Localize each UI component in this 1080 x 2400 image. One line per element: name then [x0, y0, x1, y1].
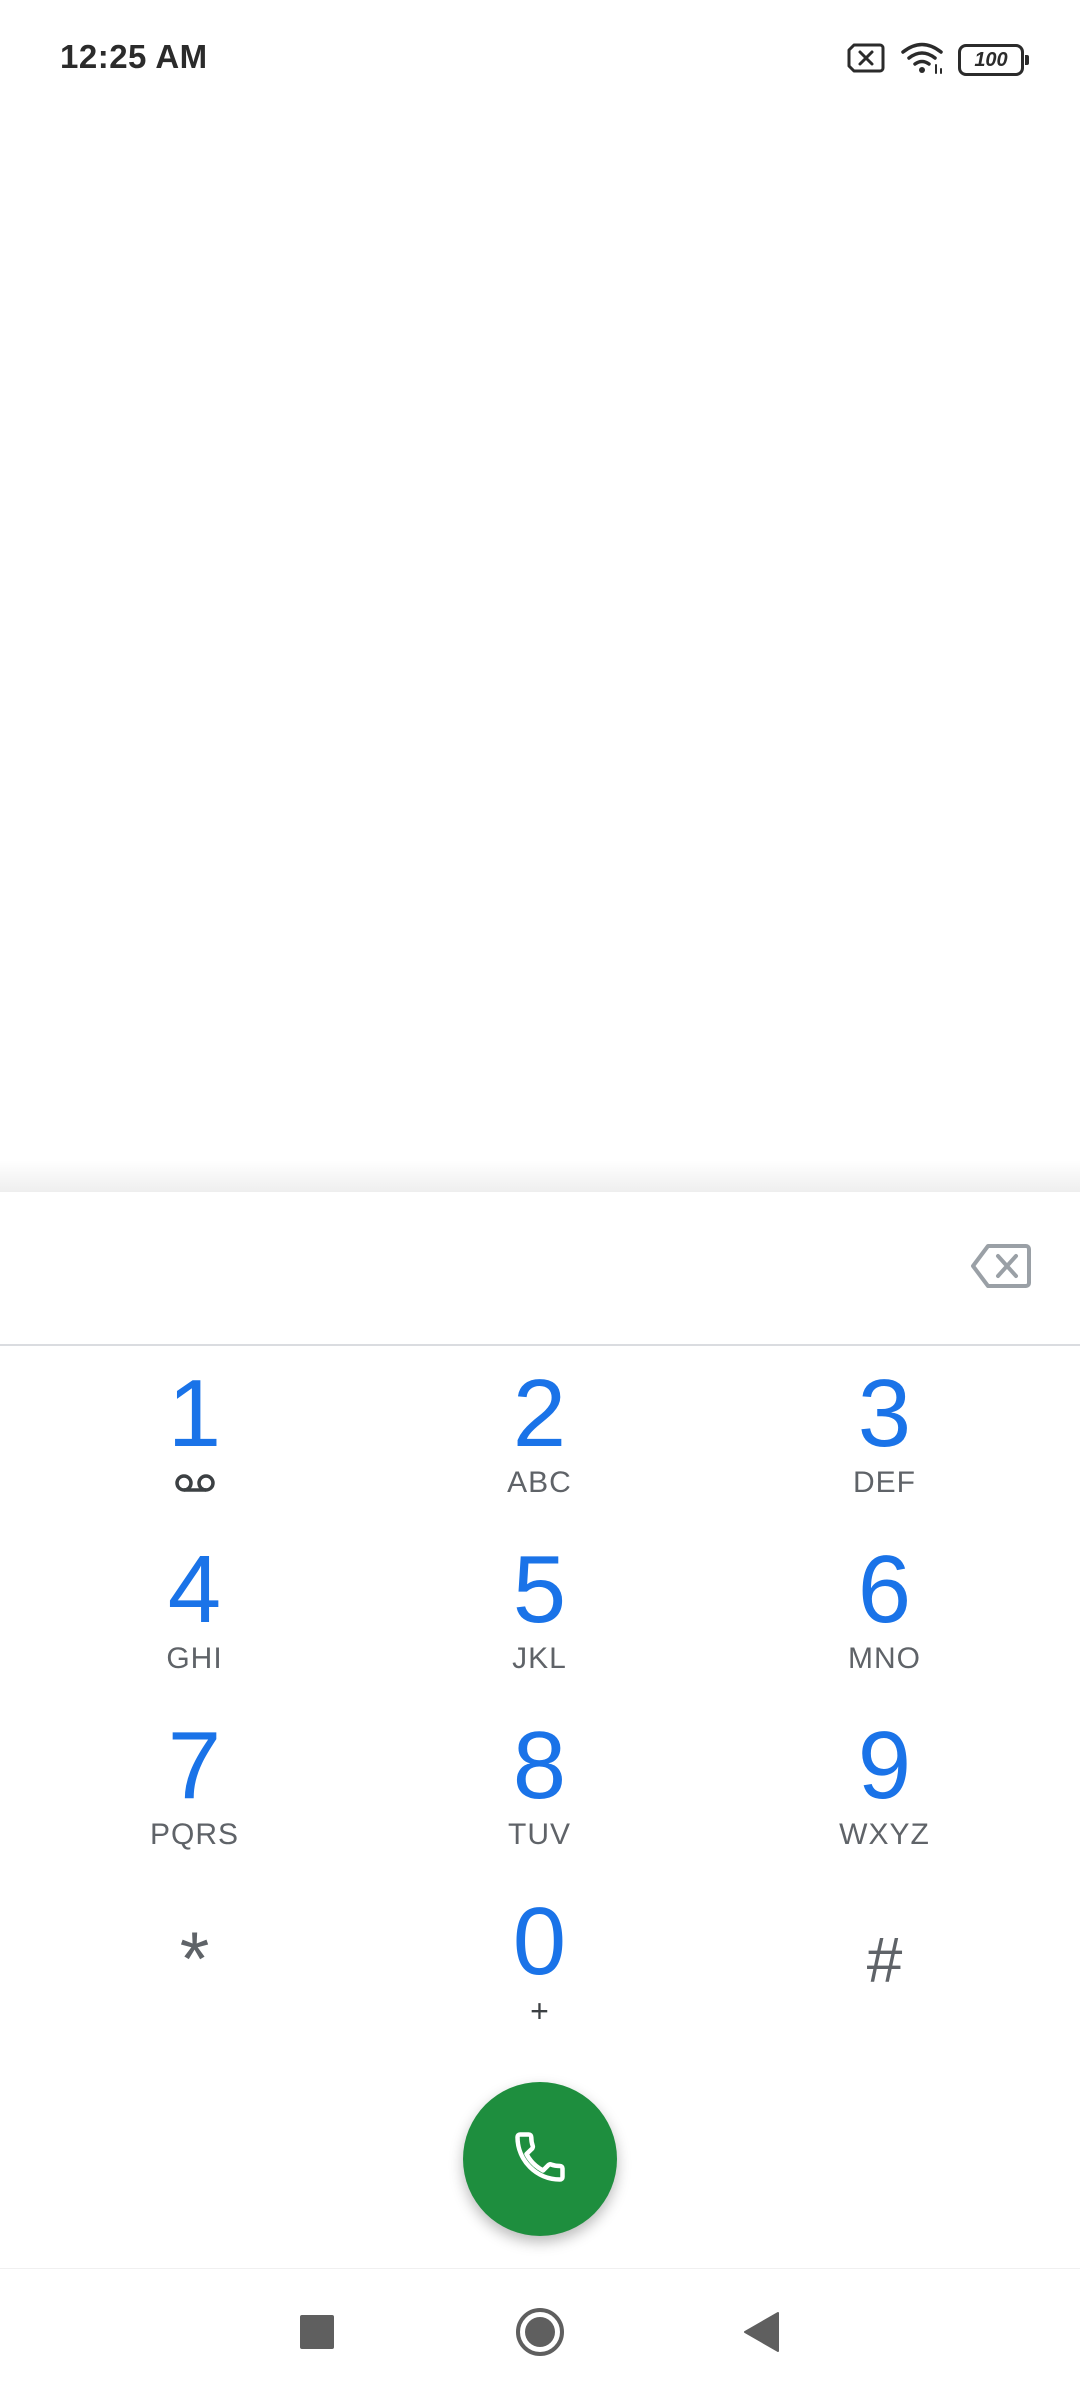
key-letters: JKL — [512, 1642, 567, 1675]
phone-icon — [510, 2127, 570, 2192]
key-letters: WXYZ — [839, 1818, 930, 1851]
key-symbol: # — [866, 1924, 903, 1996]
key-letters: GHI — [166, 1642, 223, 1675]
keypad: 1 2 ABC 3 DEF 4 GHI 5 JKL 6 MNO 7 PQRS 8… — [0, 1362, 1080, 2066]
voicemail-icon — [174, 1472, 216, 1499]
home-circle-icon — [514, 2306, 566, 2363]
home-button[interactable] — [505, 2299, 575, 2369]
call-button[interactable] — [463, 2082, 617, 2236]
digits-input[interactable] — [40, 1212, 940, 1322]
recents-square-icon — [299, 2314, 335, 2355]
content-area — [0, 120, 1080, 1172]
sheet-shadow — [0, 1160, 1080, 1194]
status-bar: 12:25 AM 100 — [0, 0, 1080, 120]
key-digit: 4 — [167, 1536, 222, 1643]
key-digit: 3 — [857, 1360, 912, 1467]
back-triangle-icon — [742, 2311, 780, 2358]
key-8[interactable]: 8 TUV — [367, 1714, 712, 1890]
dialer-screen: 12:25 AM 100 1 2 ABC 3 DEF 4 GHI 5 JKL 6… — [0, 0, 1080, 2400]
key-letters: MNO — [848, 1642, 921, 1675]
key-letters: PQRS — [149, 1818, 240, 1851]
status-icons: 100 — [846, 38, 1029, 82]
navigation-bar — [0, 2268, 1080, 2400]
wifi-icon — [900, 41, 944, 80]
key-0[interactable]: 0 + — [367, 1890, 712, 2066]
key-star[interactable]: * — [22, 1890, 367, 2066]
back-button[interactable] — [726, 2299, 796, 2369]
key-digit: 8 — [512, 1712, 567, 1819]
key-7[interactable]: 7 PQRS — [22, 1714, 367, 1890]
key-letters: TUV — [508, 1818, 571, 1851]
key-hash[interactable]: # — [712, 1890, 1057, 2066]
key-letters: + — [530, 1993, 549, 2029]
key-digit: 2 — [512, 1360, 567, 1467]
key-digit: 0 — [512, 1888, 567, 1995]
key-digit: 9 — [857, 1712, 912, 1819]
key-letters: DEF — [853, 1466, 916, 1499]
backspace-icon — [970, 1243, 1032, 1294]
battery-level: 100 — [974, 48, 1008, 71]
backspace-button[interactable] — [966, 1238, 1036, 1298]
key-9[interactable]: 9 WXYZ — [712, 1714, 1057, 1890]
key-digit: 7 — [167, 1712, 222, 1819]
key-1[interactable]: 1 — [22, 1362, 367, 1538]
battery-icon: 100 — [958, 44, 1029, 76]
key-digit: 1 — [167, 1360, 222, 1467]
key-3[interactable]: 3 DEF — [712, 1362, 1057, 1538]
recents-button[interactable] — [282, 2299, 352, 2369]
status-time: 12:25 AM — [60, 38, 208, 75]
dialpad: 1 2 ABC 3 DEF 4 GHI 5 JKL 6 MNO 7 PQRS 8… — [0, 1192, 1080, 2268]
key-4[interactable]: 4 GHI — [22, 1538, 367, 1714]
key-digit: 6 — [857, 1536, 912, 1643]
key-letters: ABC — [507, 1466, 572, 1499]
no-sim-icon — [846, 42, 886, 79]
key-6[interactable]: 6 MNO — [712, 1538, 1057, 1714]
key-2[interactable]: 2 ABC — [367, 1362, 712, 1538]
key-5[interactable]: 5 JKL — [367, 1538, 712, 1714]
digits-field — [0, 1192, 1080, 1346]
key-digit: 5 — [512, 1536, 567, 1643]
key-symbol: * — [179, 1917, 210, 2002]
